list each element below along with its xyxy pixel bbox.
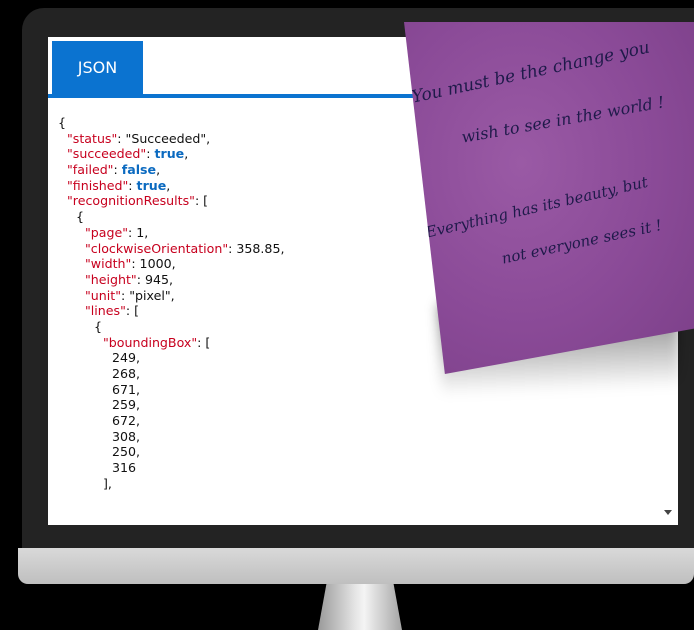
json-line: 316 (58, 460, 284, 476)
json-key: "unit" (85, 287, 121, 303)
json-value: : 1000, (131, 256, 176, 272)
json-value: 268, (112, 366, 141, 381)
json-key: "failed" (67, 162, 114, 178)
json-value: : 945, (136, 271, 174, 287)
json-line: { (58, 209, 284, 225)
json-value: 250, (112, 444, 141, 460)
json-key: "recognitionResults" (67, 193, 195, 209)
json-line: ], (58, 476, 284, 492)
json-key: "clockwiseOrientation" (85, 240, 229, 256)
json-line: 308, (58, 429, 284, 445)
json-line: "status": "Succeeded", (58, 131, 284, 147)
json-line: "succeeded": true, (58, 146, 284, 162)
json-line: { (58, 115, 284, 131)
json-key: "boundingBox" (103, 334, 198, 350)
json-value: 259, (112, 397, 141, 413)
json-boolean: true (154, 146, 185, 162)
json-value: 672, (112, 413, 141, 429)
json-line: "lines": [ (58, 303, 284, 319)
json-key: "finished" (67, 177, 129, 193)
json-boolean: true (136, 177, 167, 193)
json-line: "clockwiseOrientation": 358.85, (58, 241, 284, 257)
json-line: 250, (58, 444, 284, 460)
json-line: 671, (58, 382, 284, 398)
json-value: : [ (197, 334, 211, 350)
json-line: { (58, 319, 284, 335)
json-line: "failed": false, (58, 162, 284, 178)
json-value: , (184, 146, 189, 162)
json-line: 259, (58, 397, 284, 413)
json-value: , (156, 162, 161, 178)
json-boolean: false (121, 162, 157, 178)
json-value: : (128, 177, 137, 193)
json-line: "recognitionResults": [ (58, 193, 284, 209)
scroll-down-arrow-icon[interactable] (664, 510, 672, 515)
json-line: "height": 945, (58, 272, 284, 288)
json-value: { (58, 115, 67, 130)
json-value: 249, (112, 350, 141, 366)
monitor-stand (318, 584, 402, 630)
json-line: 672, (58, 413, 284, 429)
json-value: : 358.85, (228, 240, 285, 256)
note-line-2: wish to see in the world ! (460, 92, 666, 147)
json-key: "succeeded" (67, 146, 147, 162)
json-value: : [ (194, 193, 209, 209)
json-code: {"status": "Succeeded", "succeeded": true… (58, 115, 284, 492)
json-line: "page": 1, (58, 225, 284, 241)
note-line-1: You must be the change you (410, 37, 652, 108)
json-key: "page" (85, 224, 129, 240)
json-key: "height" (85, 271, 137, 287)
note-line-4: not everyone sees it ! (500, 216, 664, 268)
json-value: , (166, 177, 171, 193)
json-value: 671, (112, 381, 141, 397)
json-line: "boundingBox": [ (58, 335, 284, 351)
json-value: { (94, 318, 103, 334)
tab-json[interactable]: JSON (52, 41, 143, 94)
json-value: : "Succeeded", (117, 130, 211, 146)
json-value: ], (103, 475, 112, 491)
json-value: : 1, (128, 224, 149, 240)
json-value: 308, (112, 428, 141, 444)
json-key: "width" (85, 256, 132, 272)
monitor-chin (18, 548, 694, 584)
json-key: "lines" (85, 303, 126, 319)
json-value: : "pixel", (121, 287, 175, 303)
json-line: "finished": true, (58, 178, 284, 194)
json-line: "width": 1000, (58, 256, 284, 272)
json-value: : (113, 162, 122, 178)
json-line: "unit": "pixel", (58, 288, 284, 304)
sticky-note: You must be the change you wish to see i… (404, 22, 694, 374)
json-value: { (76, 209, 85, 225)
json-value: 316 (112, 460, 137, 476)
json-line: 249, (58, 350, 284, 366)
json-value: : [ (125, 303, 140, 319)
json-key: "status" (67, 130, 118, 146)
json-line: 268, (58, 366, 284, 382)
